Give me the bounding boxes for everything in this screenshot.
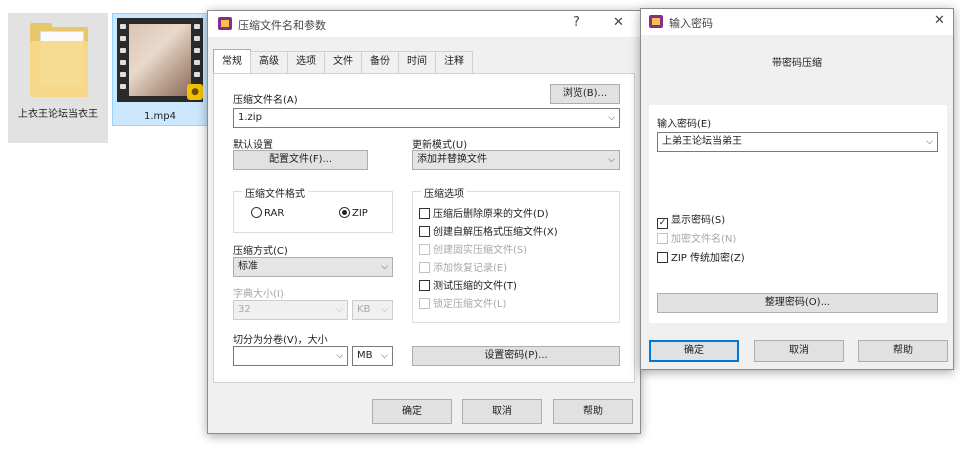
chevron-down-icon: ⌵ bbox=[336, 351, 343, 361]
method-select[interactable]: 标准 ⌵ bbox=[233, 257, 393, 277]
tab-backup[interactable]: 备份 bbox=[361, 51, 399, 73]
method-label: 压缩方式(C) bbox=[233, 246, 288, 257]
chevron-down-icon: ⌵ bbox=[381, 351, 388, 361]
profiles-button[interactable]: 配置文件(F)... bbox=[233, 150, 368, 170]
tab-time[interactable]: 时间 bbox=[398, 51, 436, 73]
help-button[interactable]: 帮助 bbox=[553, 399, 633, 424]
format-zip-label: ZIP bbox=[352, 208, 368, 219]
split-unit-value: MB bbox=[357, 350, 373, 361]
option-recovery[interactable]: 添加恢复记录(E) bbox=[419, 259, 507, 274]
winrar-icon bbox=[218, 17, 232, 30]
password-titlebar: 输入密码 ✕ bbox=[641, 9, 953, 35]
dict-value: 32 bbox=[238, 304, 251, 315]
organize-passwords-button[interactable]: 整理密码(O)... bbox=[657, 293, 938, 313]
option-test[interactable]: 测试压缩的文件(T) bbox=[419, 277, 517, 292]
tab-general[interactable]: 常规 bbox=[213, 49, 251, 73]
option-sfx[interactable]: 创建自解压格式压缩文件(X) bbox=[419, 223, 558, 238]
option-lock[interactable]: 锁定压缩文件(L) bbox=[419, 295, 506, 310]
dict-unit-value: KB bbox=[357, 304, 371, 315]
split-size-input[interactable]: ⌵ bbox=[233, 346, 348, 366]
archive-name-label: 压缩文件名(A) bbox=[233, 95, 298, 106]
browse-button[interactable]: 浏览(B)... bbox=[550, 84, 620, 104]
check-icon: ✓ bbox=[657, 218, 668, 229]
close-icon[interactable]: ✕ bbox=[613, 15, 624, 30]
password-panel: 输入密码(E) 上弟王论坛当弟王 ⌵ ✓ 显示密码(S) 加密文件名(N) ZIP… bbox=[649, 105, 947, 323]
format-zip-radio[interactable]: ZIP bbox=[339, 207, 368, 219]
help-title-button[interactable]: ? bbox=[573, 15, 580, 30]
close-icon[interactable]: ✕ bbox=[934, 13, 945, 28]
options-group-title: 压缩选项 bbox=[421, 185, 467, 200]
dialog-title: 压缩文件名和参数 bbox=[238, 19, 326, 32]
password-value: 上弟王论坛当弟王 bbox=[662, 136, 742, 147]
split-unit-select[interactable]: MB ⌵ bbox=[352, 346, 393, 366]
folder-icon bbox=[30, 23, 90, 97]
password-input[interactable]: 上弟王论坛当弟王 ⌵ bbox=[657, 132, 938, 152]
split-label: 切分为分卷(V)，大小 bbox=[233, 335, 328, 346]
password-heading: 带密码压缩 bbox=[772, 58, 822, 69]
set-password-button[interactable]: 设置密码(P)... bbox=[412, 346, 620, 366]
update-mode-select[interactable]: 添加并替换文件 ⌵ bbox=[412, 150, 620, 170]
tab-files[interactable]: 文件 bbox=[324, 51, 362, 73]
chevron-down-icon: ⌵ bbox=[336, 305, 343, 315]
archive-name-input[interactable]: 1.zip ⌵ bbox=[233, 108, 620, 128]
dict-label: 字典大小(I) bbox=[233, 289, 284, 300]
option-delete-after[interactable]: 压缩后删除原来的文件(D) bbox=[419, 205, 549, 220]
ok-button[interactable]: 确定 bbox=[372, 399, 452, 424]
enter-password-label: 输入密码(E) bbox=[657, 119, 712, 130]
chevron-down-icon: ⌵ bbox=[926, 137, 933, 147]
format-rar-label: RAR bbox=[264, 208, 285, 219]
method-value: 标准 bbox=[238, 261, 258, 272]
chevron-down-icon: ⌵ bbox=[608, 155, 615, 165]
tab-advanced[interactable]: 高级 bbox=[250, 51, 288, 73]
general-panel: 压缩文件名(A) 浏览(B)... 1.zip ⌵ 默认设置 配置文件(F)..… bbox=[213, 73, 635, 383]
folder-label: 上衣王论坛当衣王 bbox=[18, 109, 98, 120]
encrypt-names-checkbox[interactable]: 加密文件名(N) bbox=[657, 230, 736, 245]
format-group: 压缩文件格式 RAR ZIP bbox=[233, 185, 393, 233]
password-help-button[interactable]: 帮助 bbox=[858, 340, 948, 362]
show-password-checkbox[interactable]: ✓ 显示密码(S) bbox=[657, 211, 725, 229]
video-file-item[interactable]: ● 1.mp4 bbox=[112, 13, 208, 126]
archive-name-value: 1.zip bbox=[238, 112, 262, 123]
winrar-icon bbox=[649, 15, 663, 28]
titlebar: 压缩文件名和参数 ? ✕ bbox=[208, 11, 640, 37]
chevron-down-icon: ⌵ bbox=[608, 113, 615, 123]
chevron-down-icon: ⌵ bbox=[381, 262, 388, 272]
password-ok-button[interactable]: 确定 bbox=[649, 340, 739, 362]
tab-bar: 常规 高级 选项 文件 备份 时间 注释 bbox=[213, 49, 473, 73]
video-label: 1.mp4 bbox=[144, 111, 176, 122]
default-settings-label: 默认设置 bbox=[233, 140, 273, 151]
update-mode-value: 添加并替换文件 bbox=[417, 154, 487, 165]
options-group: 压缩选项 压缩后删除原来的文件(D) 创建自解压格式压缩文件(X) 创建固实压缩… bbox=[412, 185, 620, 323]
video-thumbnail-icon: ● bbox=[117, 18, 203, 102]
update-mode-label: 更新模式(U) bbox=[412, 140, 468, 151]
zip-legacy-checkbox[interactable]: ZIP 传统加密(Z) bbox=[657, 249, 745, 264]
folder-item[interactable]: 上衣王论坛当衣王 bbox=[8, 13, 108, 143]
password-cancel-button[interactable]: 取消 bbox=[754, 340, 844, 362]
tab-options[interactable]: 选项 bbox=[287, 51, 325, 73]
format-group-title: 压缩文件格式 bbox=[242, 185, 308, 200]
format-rar-radio[interactable]: RAR bbox=[251, 207, 284, 219]
option-solid[interactable]: 创建固实压缩文件(S) bbox=[419, 241, 527, 256]
password-dialog: 输入密码 ✕ 带密码压缩 输入密码(E) 上弟王论坛当弟王 ⌵ ✓ 显示密码(S)… bbox=[640, 8, 954, 370]
media-player-badge-icon: ● bbox=[187, 84, 203, 100]
tab-comment[interactable]: 注释 bbox=[435, 51, 473, 73]
dict-size-select[interactable]: 32 ⌵ bbox=[233, 300, 348, 320]
cancel-button[interactable]: 取消 bbox=[462, 399, 542, 424]
archive-options-dialog: 压缩文件名和参数 ? ✕ 常规 高级 选项 文件 备份 时间 注释 压缩文件名(… bbox=[207, 10, 641, 434]
dict-unit-select[interactable]: KB ⌵ bbox=[352, 300, 393, 320]
password-dialog-title: 输入密码 bbox=[669, 17, 713, 30]
chevron-down-icon: ⌵ bbox=[381, 305, 388, 315]
